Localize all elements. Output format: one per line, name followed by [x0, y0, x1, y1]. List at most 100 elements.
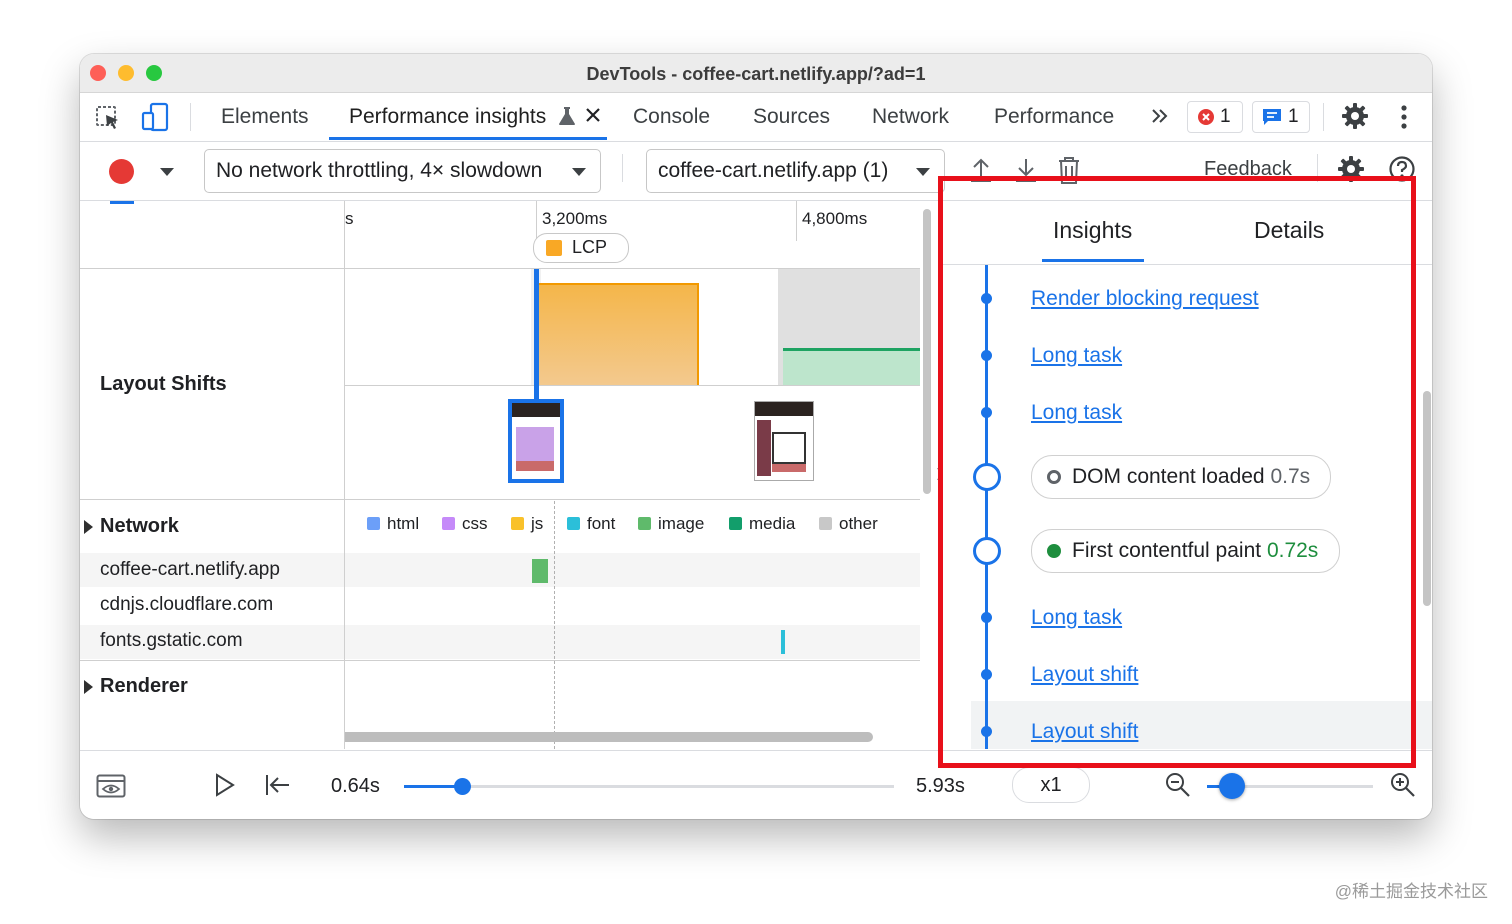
tab-performance[interactable]: Performance: [994, 105, 1114, 129]
playback-speed-button[interactable]: x1: [1012, 767, 1090, 803]
playback-current-time: 0.64s: [331, 775, 380, 797]
feedback-link[interactable]: Feedback: [1204, 158, 1292, 181]
close-tab-icon[interactable]: [585, 107, 601, 123]
insight-link-layout-shift[interactable]: Layout shift: [1031, 663, 1138, 687]
insight-dot: [981, 350, 992, 361]
expand-renderer-triangle-icon[interactable]: [84, 680, 93, 694]
legend-label: html: [387, 514, 420, 533]
zoom-slider-knob[interactable]: [1218, 773, 1245, 799]
zoom-out-icon[interactable]: [1165, 772, 1191, 798]
playback-slider-knob[interactable]: [454, 778, 472, 795]
expand-network-triangle-icon[interactable]: [84, 520, 93, 534]
network-host-label: fonts.gstatic.com: [100, 630, 243, 651]
layout-shift-cluster[interactable]: [535, 283, 699, 385]
insight-link-long-task[interactable]: Long task: [1031, 344, 1122, 368]
insights-scrollbar-thumb[interactable]: [1423, 391, 1431, 606]
row-divider: [345, 499, 920, 500]
active-tab-indicator: [329, 137, 607, 140]
panel-settings-gear-icon[interactable]: [1337, 155, 1365, 183]
legend-swatch: [638, 517, 651, 530]
pane-splitter[interactable]: [923, 209, 931, 494]
upload-icon[interactable]: [968, 156, 994, 184]
main-tab-bar: Elements Performance insights Console So…: [80, 93, 1432, 142]
time-tick-label: 4,800ms: [802, 209, 868, 228]
layout-shift-screenshot[interactable]: [754, 401, 814, 481]
legend-item-css: css: [442, 514, 488, 534]
toolbar-divider: [1323, 103, 1324, 131]
errors-badge[interactable]: 1: [1187, 101, 1243, 133]
legend-item-html: html: [367, 514, 419, 534]
tab-elements[interactable]: Elements: [221, 105, 309, 129]
timeline-pane[interactable]: s 3,200ms 4,800ms LCP html css js font i…: [345, 201, 920, 749]
window-title: DevTools - coffee-cart.netlify.app/?ad=1: [586, 64, 926, 84]
jump-to-start-icon[interactable]: [265, 773, 291, 797]
insight-link-long-task[interactable]: Long task: [1031, 606, 1122, 630]
device-toolbar-icon[interactable]: [140, 102, 170, 132]
tab-sources[interactable]: Sources: [753, 105, 830, 129]
playback-slider-track[interactable]: [404, 785, 894, 788]
layout-shift-cluster[interactable]: [783, 348, 920, 385]
zoom-in-icon[interactable]: [1390, 772, 1416, 798]
lcp-marker[interactable]: LCP: [533, 233, 629, 263]
tab-details[interactable]: Details: [1254, 217, 1324, 244]
insight-dot: [981, 669, 992, 680]
dom-content-loaded-label: DOM content loaded: [1072, 465, 1265, 488]
delete-trash-icon[interactable]: [1057, 155, 1081, 185]
track-labels-pane: Layout Shifts Network coffee-cart.netlif…: [80, 201, 345, 749]
horizontal-scrollbar-thumb[interactable]: [345, 732, 873, 742]
preview-eye-icon[interactable]: [96, 774, 126, 798]
insight-dot: [981, 726, 992, 737]
dom-content-loaded-value: 0.7s: [1270, 465, 1311, 488]
legend-item-other: other: [819, 514, 878, 534]
legend-label: other: [839, 514, 878, 533]
lcp-marker-swatch: [546, 240, 562, 256]
inspect-element-icon[interactable]: [94, 104, 122, 132]
throttling-select[interactable]: No network throttling, 4× slowdown: [204, 149, 601, 193]
layout-shift-screenshot[interactable]: [508, 399, 564, 483]
network-request-bar[interactable]: [781, 630, 785, 654]
tab-performance-insights[interactable]: Performance insights: [349, 105, 546, 129]
row-divider: [80, 660, 344, 661]
record-button[interactable]: [109, 159, 134, 184]
playback-bar: 0.64s 5.93s x1: [80, 750, 1432, 819]
insight-link-long-task[interactable]: Long task: [1031, 401, 1122, 425]
filled-circle-icon: [1047, 544, 1061, 558]
dom-content-loaded-pill[interactable]: DOM content loaded 0.7s: [1031, 455, 1331, 499]
playhead-dashed-line: [554, 501, 555, 749]
settings-gear-icon[interactable]: [1341, 102, 1369, 130]
messages-badge[interactable]: 1: [1252, 101, 1310, 133]
errors-count: 1: [1220, 106, 1231, 127]
play-icon[interactable]: [214, 773, 236, 797]
legend-swatch: [567, 517, 580, 530]
help-icon[interactable]: [1388, 155, 1416, 183]
time-gridline: [536, 201, 537, 241]
row-divider: [345, 660, 920, 661]
tab-console[interactable]: Console: [633, 105, 710, 129]
time-tick-label: s: [345, 209, 354, 228]
record-options-caret-icon[interactable]: [159, 167, 175, 177]
more-tabs-chevron-icon[interactable]: [1151, 108, 1169, 124]
first-contentful-paint-pill[interactable]: First contentful paint 0.72s: [1031, 529, 1340, 573]
dom-content-loaded-marker-ring: [973, 463, 1001, 491]
experiment-flask-icon: [558, 106, 576, 126]
insight-link-layout-shift[interactable]: Layout shift: [1031, 720, 1138, 744]
insight-dot: [981, 407, 992, 418]
messages-count: 1: [1288, 106, 1299, 127]
network-track-title[interactable]: Network: [100, 515, 179, 538]
tab-insights[interactable]: Insights: [1053, 217, 1132, 244]
network-row-bg: [345, 553, 920, 587]
insight-dot: [981, 293, 992, 304]
renderer-track-title[interactable]: Renderer: [100, 675, 188, 698]
screenshot-footer: [772, 464, 806, 472]
download-icon[interactable]: [1013, 156, 1039, 184]
network-request-bar[interactable]: [532, 559, 548, 583]
screenshot-header: [512, 403, 560, 417]
recording-select[interactable]: coffee-cart.netlify.app (1): [646, 149, 945, 193]
watermark: @稀土掘金技术社区: [1334, 882, 1488, 901]
network-host-label: coffee-cart.netlify.app: [100, 559, 280, 580]
performance-toolbar: No network throttling, 4× slowdown coffe…: [80, 142, 1432, 201]
tab-network[interactable]: Network: [872, 105, 949, 129]
insight-link-render-blocking-request[interactable]: Render blocking request: [1031, 287, 1259, 311]
more-options-kebab-icon[interactable]: [1400, 104, 1408, 130]
title-bar: DevTools - coffee-cart.netlify.app/?ad=1: [80, 54, 1432, 93]
